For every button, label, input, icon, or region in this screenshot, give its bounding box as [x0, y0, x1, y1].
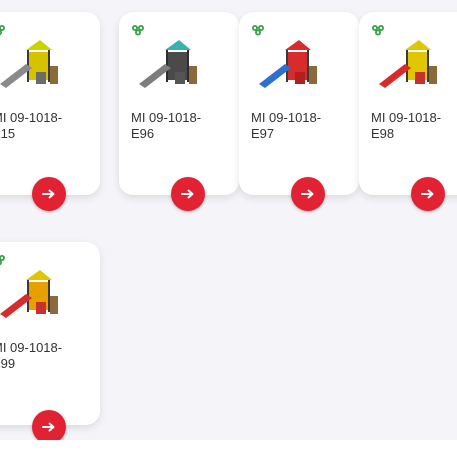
product-code: MI 09-1018-E15: [0, 110, 63, 141]
product-card[interactable]: MI 09-1018- E96: [119, 12, 239, 211]
arrow-right-icon: [301, 189, 314, 199]
arrow-right-icon: [421, 189, 434, 199]
product-code: MI 09-1018- E96: [131, 110, 202, 141]
product-image: [139, 40, 197, 88]
eco-leaf-icon: [0, 25, 5, 36]
product-card[interactable]: MI 09-1018- E98: [359, 12, 457, 211]
view-product-button[interactable]: [291, 177, 325, 211]
arrow-right-icon: [42, 189, 55, 199]
eco-leaf-icon: [132, 25, 144, 36]
eco-leaf-icon: [372, 25, 384, 36]
view-product-button[interactable]: [32, 410, 66, 440]
product-code: MI 09-1018- E97: [251, 110, 322, 141]
product-card[interactable]: MI 09-1018-E15: [0, 12, 100, 211]
product-image: [0, 270, 58, 318]
view-product-button[interactable]: [32, 177, 66, 211]
view-product-button[interactable]: [411, 177, 445, 211]
product-card[interactable]: MI 09-1018-E99: [0, 242, 100, 440]
eco-leaf-icon: [252, 25, 264, 36]
product-image: [379, 40, 437, 88]
view-product-button[interactable]: [171, 177, 205, 211]
product-grid: MI 09-1018-E15 MI 09-1018-E96: [0, 0, 457, 440]
product-card[interactable]: MI 09-1018- E97: [239, 12, 359, 211]
product-code: MI 09-1018-E99: [0, 340, 63, 371]
product-code: MI 09-1018- E98: [371, 110, 442, 141]
arrow-right-icon: [42, 422, 55, 432]
arrow-right-icon: [181, 189, 194, 199]
product-image: [0, 40, 58, 88]
eco-leaf-icon: [0, 255, 5, 266]
product-image: [259, 40, 317, 88]
